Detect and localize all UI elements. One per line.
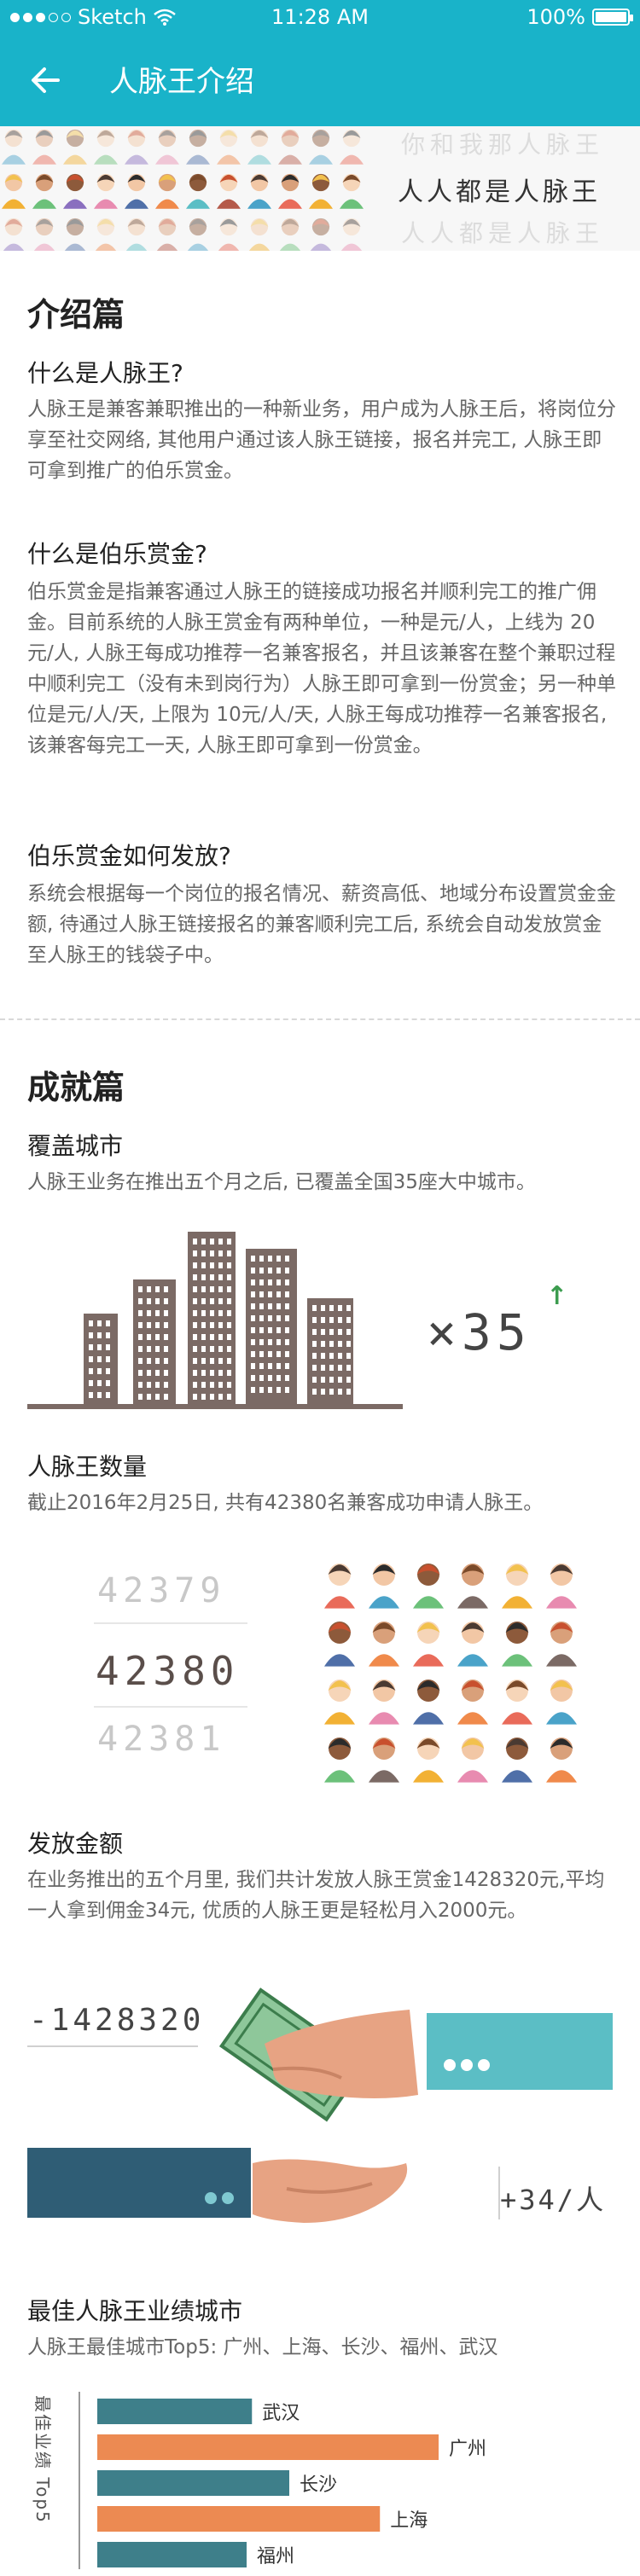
money-text: 在业务推出的五个月里, 我们共计发放人脉王赏金1428320元,平均一人拿到佣金… [27,1869,605,1922]
count-number-current: 42380 [96,1648,240,1694]
top5-bar-label-5: 福州 [257,2546,294,2567]
question-how-bounty-paid: 伯乐赏金如何发放? [27,842,231,870]
count-number-next: 42381 [97,1720,226,1759]
status-bar: Sketch 11:28 AM 100% [0,0,640,34]
top-cities-title: 最佳人脉王业绩城市 [27,2297,243,2325]
answer-how-bounty-paid: 系统会根据每一个岗位的报名情况、薪资高低、地域分布设置赏金金额, 待通过人脉王链… [27,883,616,966]
answer-what-is-king: 人脉王是兼客兼职推出的一种新业务，用户成为人脉王后，将岗位分享至社交网络, 其他… [27,398,616,482]
banner-ghost-text-bottom: 人人都是人脉王 [401,219,605,247]
cities-multiplier: ×35 [427,1303,532,1361]
top5-bar-3 [97,2470,289,2496]
banner-ghost-text-top: 你和我那人脉王 [401,131,605,159]
up-arrow-icon: ↑ [546,1281,568,1311]
top5-bar-2 [97,2434,439,2460]
intro-section-title: 介绍篇 [27,296,125,334]
battery-icon [592,9,633,26]
top5-axis-label: 最佳业绩 Top5 [32,2395,53,2524]
page-title: 人脉王介绍 [109,65,254,99]
navy-card [27,2148,251,2218]
money-title: 发放金额 [27,1830,124,1858]
question-what-is-king: 什么是人脉王? [27,359,183,387]
top5-bar-chart: 武汉广州长沙上海福州 [97,2399,486,2567]
top5-bar-label-3: 长沙 [300,2474,337,2496]
top-cities-text: 人脉王最佳城市Top5: 广州、上海、长沙、福州、武汉 [27,2336,498,2358]
count-rule-bottom [94,1706,247,1708]
cities-title: 覆盖城市 [27,1132,124,1160]
section-divider [0,1018,640,1020]
back-arrow-icon[interactable] [26,60,67,101]
nav-bar: 人脉王介绍 [0,34,640,126]
top5-bar-label-2: 广州 [449,2439,486,2460]
avatar-grid-illustration [324,1564,577,1783]
top5-bar-4 [97,2506,381,2532]
money-hand-illustration [218,1987,418,2122]
top5-bar-5 [97,2542,247,2567]
status-right: 100% [527,5,633,29]
top5-bar-label-4: 上海 [390,2510,428,2532]
count-number-prev: 42379 [97,1571,226,1610]
question-what-is-bounty: 什么是伯乐赏金? [27,540,207,568]
people-illustration [2,129,364,251]
battery-percent: 100% [527,5,585,29]
count-title: 人脉王数量 [27,1453,148,1481]
money-total-rule [27,2045,198,2047]
receiving-hand-illustration [253,2159,408,2223]
achieve-section-title: 成就篇 [27,1069,125,1106]
count-text: 截止2016年2月25日, 共有42380名兼客成功申请人脉王。 [27,1492,544,1514]
cities-text: 人脉王业务在推出五个月之后, 已覆盖全国35座大中城市。 [27,1171,536,1193]
banner-slogan: 人人都是人脉王 [398,177,601,207]
money-average: +34/人 [500,2184,607,2216]
count-rule-top [94,1622,247,1624]
banner: 你和我那人脉王 人人都是人脉王 人人都是人脉王 [0,126,640,251]
city-buildings-illustration [27,1232,403,1409]
money-total: -1428320 [29,2003,205,2038]
top5-bar-label-1: 武汉 [262,2403,300,2424]
top5-bar-1 [97,2399,253,2424]
answer-what-is-bounty: 伯乐赏金是指兼客通过人脉王的链接成功报名并顺利完工的推广佣金。目前系统的人脉王赏… [27,581,616,757]
teal-card [427,2013,613,2090]
